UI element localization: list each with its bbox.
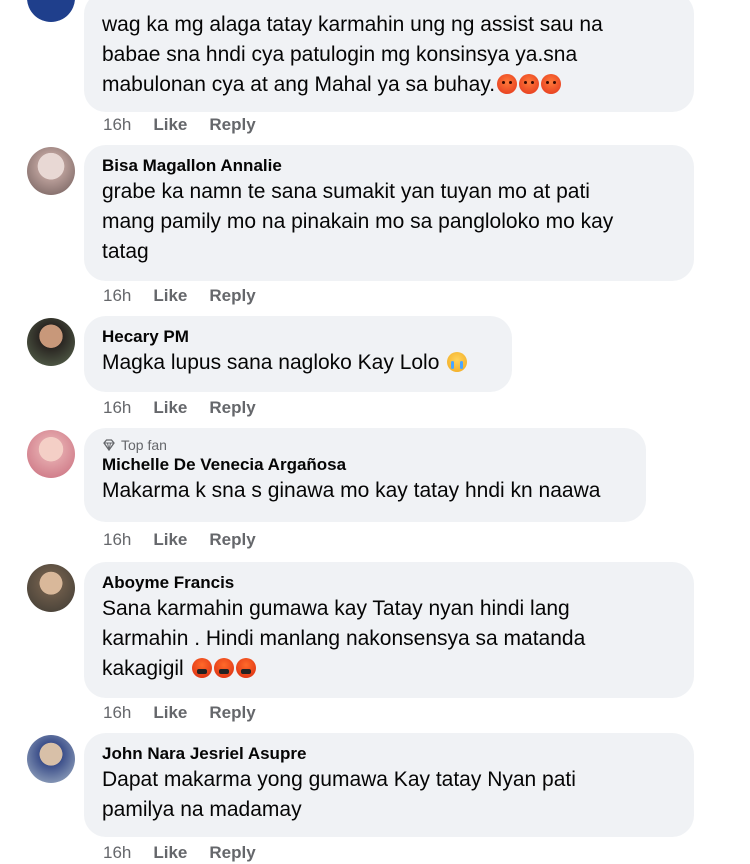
- comment-actions: 16h Like Reply: [103, 703, 256, 723]
- comment-actions: 16h Like Reply: [103, 843, 256, 863]
- comment-bubble: Aboyme Francis Sana karmahin gumawa kay …: [84, 562, 694, 698]
- comment-author[interactable]: Hecary PM: [102, 326, 494, 348]
- reply-button[interactable]: Reply: [209, 530, 255, 550]
- avatar[interactable]: [27, 147, 75, 195]
- comment-actions: 16h Like Reply: [103, 398, 256, 418]
- cursing-face-icon: [213, 658, 234, 678]
- timestamp[interactable]: 16h: [103, 286, 131, 306]
- comment-text-line: Magka lupus sana nagloko Kay Lolo: [102, 348, 494, 378]
- reply-button[interactable]: Reply: [209, 843, 255, 863]
- like-button[interactable]: Like: [153, 703, 187, 723]
- comment-text-segment: Magka lupus sana nagloko Kay Lolo: [102, 351, 440, 374]
- comment-text-line: mabulonan cya at ang Mahal ya sa buhay.: [102, 70, 676, 100]
- comment-text-line: Dapat makarma yong gumawa Kay tatay Nyan…: [102, 768, 576, 791]
- timestamp[interactable]: 16h: [103, 703, 131, 723]
- avatar[interactable]: [27, 430, 75, 478]
- comment-text-line: mang pamily mo na pinakain mo sa panglol…: [102, 210, 614, 233]
- angry-face-icon: [519, 74, 540, 94]
- crying-face-icon: [447, 352, 468, 372]
- comment-author[interactable]: Bisa Magallon Annalie: [102, 155, 676, 177]
- like-button[interactable]: Like: [153, 843, 187, 863]
- avatar[interactable]: [27, 318, 75, 366]
- comment-bubble: John Nara Jesriel Asupre Dapat makarma y…: [84, 733, 694, 837]
- comment-bubble: Bisa Magallon Annalie grabe ka namn te s…: [84, 145, 694, 281]
- reply-button[interactable]: Reply: [209, 398, 255, 418]
- reply-button[interactable]: Reply: [209, 115, 255, 135]
- comment-text-line: wag ka mg alaga tatay karmahin ung ng as…: [102, 13, 603, 36]
- comment-bubble: Top fan Michelle De Venecia Argañosa Mak…: [84, 428, 646, 522]
- timestamp[interactable]: 16h: [103, 398, 131, 418]
- timestamp[interactable]: 16h: [103, 115, 131, 135]
- comment-text-segment: mabulonan cya at ang Mahal ya sa buhay.: [102, 73, 496, 96]
- angry-face-icon: [541, 74, 562, 94]
- like-button[interactable]: Like: [153, 115, 187, 135]
- comment-actions: 16h Like Reply: [103, 115, 256, 135]
- comment-text-line: grabe ka namn te sana sumakit yan tuyan …: [102, 180, 590, 203]
- avatar[interactable]: [27, 0, 75, 22]
- comment-text-line: karmahin . Hindi manlang nakonsensya sa …: [102, 627, 586, 650]
- comment-actions: 16h Like Reply: [103, 530, 256, 550]
- cursing-face-icon: [235, 658, 256, 678]
- badge-label: Top fan: [121, 437, 167, 453]
- reply-button[interactable]: Reply: [209, 703, 255, 723]
- comment-text-line: Makarma k sna s ginawa mo kay tatay hndi…: [102, 479, 601, 502]
- comment-bubble: Hecary PM Magka lupus sana nagloko Kay L…: [84, 316, 512, 392]
- comment-actions: 16h Like Reply: [103, 286, 256, 306]
- like-button[interactable]: Like: [153, 398, 187, 418]
- comment-author[interactable]: Michelle De Venecia Argañosa: [102, 454, 628, 476]
- comment-text-line: babae sna hndi cya patulogin mg konsinsy…: [102, 43, 578, 66]
- like-button[interactable]: Like: [153, 286, 187, 306]
- diamond-icon: [103, 439, 115, 452]
- timestamp[interactable]: 16h: [103, 843, 131, 863]
- comment-text-segment: kakagigil: [102, 657, 184, 680]
- comment-author[interactable]: John Nara Jesriel Asupre: [102, 743, 676, 765]
- like-button[interactable]: Like: [153, 530, 187, 550]
- avatar[interactable]: [27, 564, 75, 612]
- avatar[interactable]: [27, 735, 75, 783]
- comment-text-line: kakagigil: [102, 654, 676, 684]
- comment-bubble: wag ka mg alaga tatay karmahin ung ng as…: [84, 0, 694, 112]
- comment-text-line: pamilya na madamay: [102, 798, 302, 821]
- angry-face-icon: [497, 74, 518, 94]
- reply-button[interactable]: Reply: [209, 286, 255, 306]
- cursing-face-icon: [191, 658, 212, 678]
- top-fan-badge: Top fan: [102, 436, 628, 454]
- timestamp[interactable]: 16h: [103, 530, 131, 550]
- comment-text-line: Sana karmahin gumawa kay Tatay nyan hind…: [102, 597, 570, 620]
- comment-text-line: tatag: [102, 240, 149, 263]
- comment-author[interactable]: Aboyme Francis: [102, 572, 676, 594]
